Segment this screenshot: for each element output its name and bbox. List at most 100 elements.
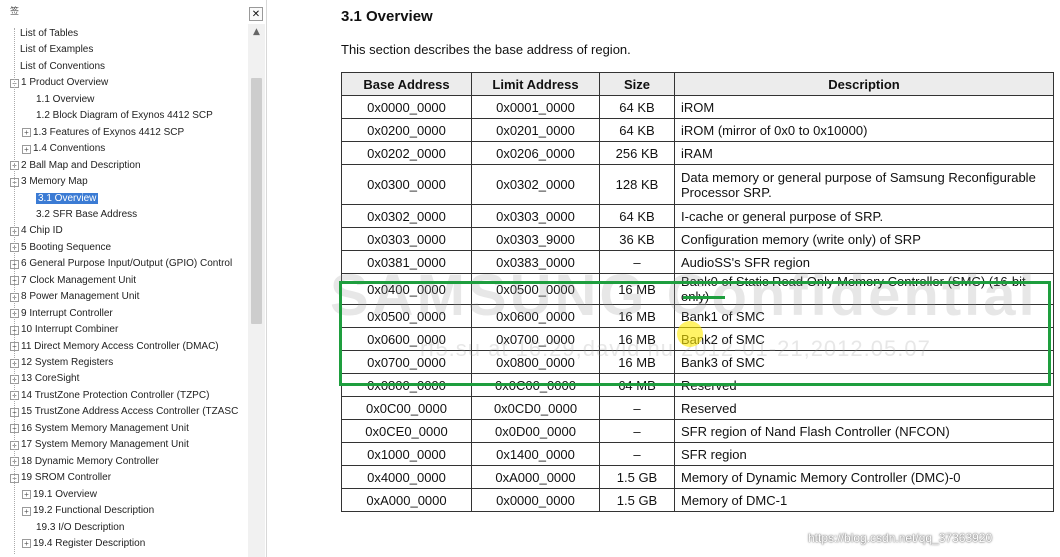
scroll-up-arrow-icon[interactable]: ▲ <box>248 26 265 38</box>
bookmark-item[interactable]: 3.2 SFR Base Address <box>36 207 137 223</box>
bookmark-label: 5 Booting Sequence <box>21 241 112 253</box>
base-address-cell: 0x0000_0000 <box>341 95 472 119</box>
bookmark-item[interactable]: +7 Clock Management Unit <box>10 273 136 289</box>
bookmark-item[interactable]: +16 System Memory Management Unit <box>10 421 189 437</box>
bookmark-label: 1.1 Overview <box>36 93 95 105</box>
limit-address-cell: 0x0383_0000 <box>471 250 600 274</box>
column-header-description: Description <box>674 72 1054 96</box>
bookmark-item[interactable]: +13 CoreSight <box>10 371 79 387</box>
expand-icon[interactable]: + <box>22 506 31 516</box>
limit-address-cell: 0x0D00_0000 <box>471 419 600 443</box>
scrollbar-thumb[interactable] <box>251 78 262 324</box>
size-cell: – <box>599 396 675 420</box>
bookmark-item[interactable]: +14 TrustZone Protection Controller (TZP… <box>10 388 209 404</box>
bookmark-item[interactable]: +19.2 Functional Description <box>22 503 154 519</box>
bookmark-item[interactable]: −1 Product Overview <box>10 75 108 91</box>
bookmarks-header: 签 ✕ <box>0 0 266 22</box>
bookmark-label: 6 General Purpose Input/Output (GPIO) Co… <box>21 258 233 270</box>
bookmark-label: 11 Direct Memory Access Controller (DMAC… <box>21 340 219 352</box>
bookmark-item[interactable]: −19 SROM Controller <box>10 470 111 486</box>
bookmark-item[interactable]: +9 Interrupt Controller <box>10 306 113 322</box>
bookmarks-scrollbar[interactable]: ▲ <box>248 24 265 557</box>
bookmark-item[interactable]: +8 Power Management Unit <box>10 289 139 305</box>
bookmark-label: 2 Ball Map and Description <box>21 159 141 171</box>
expand-icon[interactable]: + <box>22 144 31 154</box>
column-header-base-address: Base Address <box>341 72 472 96</box>
size-cell: – <box>599 250 675 274</box>
base-address-cell: 0x0300_0000 <box>341 164 472 205</box>
description-cell: Memory of Dynamic Memory Controller (DMC… <box>674 465 1054 489</box>
size-cell: 64 KB <box>599 204 675 228</box>
table-row: 0x0303_0000 0x0303_9000 36 KB Configuration… <box>341 227 1054 251</box>
bookmark-label: 19.2 Functional Description <box>33 505 155 517</box>
limit-address-cell: 0x0CD0_0000 <box>471 396 600 420</box>
table-row: 0x0CE0_0000 0x0D00_0000– SFR region of Nan… <box>341 419 1054 443</box>
table-row: 0x0381_0000 0x0383_0000– AudioSS's SFR reg… <box>341 250 1054 274</box>
tree-guide-line <box>14 28 15 554</box>
bookmark-item[interactable]: 3.1 Overview <box>36 191 99 207</box>
limit-address-cell: 0xA000_0000 <box>471 465 600 489</box>
bookmark-item[interactable]: +19.4 Register Description <box>22 536 145 552</box>
document-page: 3.1 Overview This section describes the … <box>272 0 1060 557</box>
bookmark-label: 19 SROM Controller <box>21 472 112 484</box>
size-cell: 1.5 GB <box>599 488 675 512</box>
bookmark-label: 4 Chip ID <box>21 225 63 237</box>
bookmark-item[interactable]: +15 TrustZone Address Access Controller … <box>10 404 238 420</box>
size-cell: 256 KB <box>599 141 675 165</box>
size-cell: – <box>599 419 675 443</box>
table-row: 0x0202_0000 0x0206_0000 256 KB iRAM <box>341 141 1054 165</box>
base-address-cell: 0x0303_0000 <box>341 227 472 251</box>
bookmark-item[interactable]: +1.4 Conventions <box>22 141 105 157</box>
bookmark-label: 1.3 Features of Exynos 4412 SCP <box>33 126 185 138</box>
base-address-cell: 0x0C00_0000 <box>341 396 472 420</box>
description-cell: AudioSS's SFR region <box>674 250 1054 274</box>
bookmark-item[interactable]: List of Examples <box>20 42 93 58</box>
bookmark-item[interactable]: +19.1 Overview <box>22 487 97 503</box>
bookmark-item[interactable]: −3 Memory Map <box>10 174 88 190</box>
bookmark-item[interactable]: +11 Direct Memory Access Controller (DMA… <box>10 339 219 355</box>
bookmark-item[interactable]: 1.2 Block Diagram of Exynos 4412 SCP <box>36 108 213 124</box>
bookmarks-tree: List of Tables List of Examples List of Co… <box>0 24 248 557</box>
base-address-cell: 0x0CE0_0000 <box>341 419 472 443</box>
bookmark-item[interactable]: +10 Interrupt Combiner <box>10 322 118 338</box>
bookmark-label: 3 Memory Map <box>21 176 88 188</box>
table-row: 0x0200_0000 0x0201_0000 64 KB iROM (mirror … <box>341 118 1054 142</box>
close-panel-button[interactable]: ✕ <box>249 7 263 21</box>
size-cell: 128 KB <box>599 164 675 205</box>
bookmark-label: 3.1 Overview <box>36 192 99 204</box>
bookmark-item[interactable]: +18 Dynamic Memory Controller <box>10 454 159 470</box>
base-address-cell: 0x0202_0000 <box>341 141 472 165</box>
bookmark-label: List of Examples <box>20 44 94 56</box>
bookmark-label: 10 Interrupt Combiner <box>21 324 119 336</box>
expand-icon[interactable]: + <box>22 490 31 500</box>
bookmark-label: 18 Dynamic Memory Controller <box>21 455 159 467</box>
bookmarks-header-label: 签 <box>10 7 20 17</box>
bookmark-label: 13 CoreSight <box>21 373 80 385</box>
limit-address-cell: 0x0302_0000 <box>471 164 600 205</box>
bookmark-item[interactable]: +6 General Purpose Input/Output (GPIO) C… <box>10 256 232 272</box>
limit-address-cell: 0x0206_0000 <box>471 141 600 165</box>
description-cell: iRAM <box>674 141 1054 165</box>
limit-address-cell: 0x0201_0000 <box>471 118 600 142</box>
bookmark-item[interactable]: +17 System Memory Management Unit <box>10 437 189 453</box>
bookmark-item[interactable]: +1.3 Features of Exynos 4412 SCP <box>22 125 184 141</box>
bookmark-item[interactable]: +5 Booting Sequence <box>10 240 111 256</box>
section-title: 3.1 Overview <box>341 8 433 25</box>
limit-address-cell: 0x0303_0000 <box>471 204 600 228</box>
bookmark-item[interactable]: +2 Ball Map and Description <box>10 158 141 174</box>
base-address-cell: 0x0200_0000 <box>341 118 472 142</box>
description-cell: SFR region of Nand Flash Controller (NFC… <box>674 419 1054 443</box>
table-row: 0xA000_0000 0x0000_0000 1.5 GB Memory of DM… <box>341 488 1054 512</box>
bookmark-label: 12 System Registers <box>21 357 114 368</box>
bookmark-label: 7 Clock Management Unit <box>21 274 137 286</box>
bookmark-item[interactable]: List of Tables <box>20 26 78 42</box>
size-cell: 64 KB <box>599 95 675 119</box>
bookmark-item[interactable]: +12 System Registers <box>10 355 113 371</box>
expand-icon[interactable]: + <box>22 539 31 549</box>
source-credit: https://blog.csdn.net/qq_37363920 <box>808 531 993 545</box>
bookmark-item[interactable]: 1.1 Overview <box>36 92 94 108</box>
expand-icon[interactable]: + <box>22 128 31 138</box>
bookmark-item[interactable]: List of Conventions <box>20 59 105 75</box>
bookmark-item[interactable]: 19.3 I/O Description <box>36 520 124 536</box>
bookmark-item[interactable]: +4 Chip ID <box>10 223 63 239</box>
